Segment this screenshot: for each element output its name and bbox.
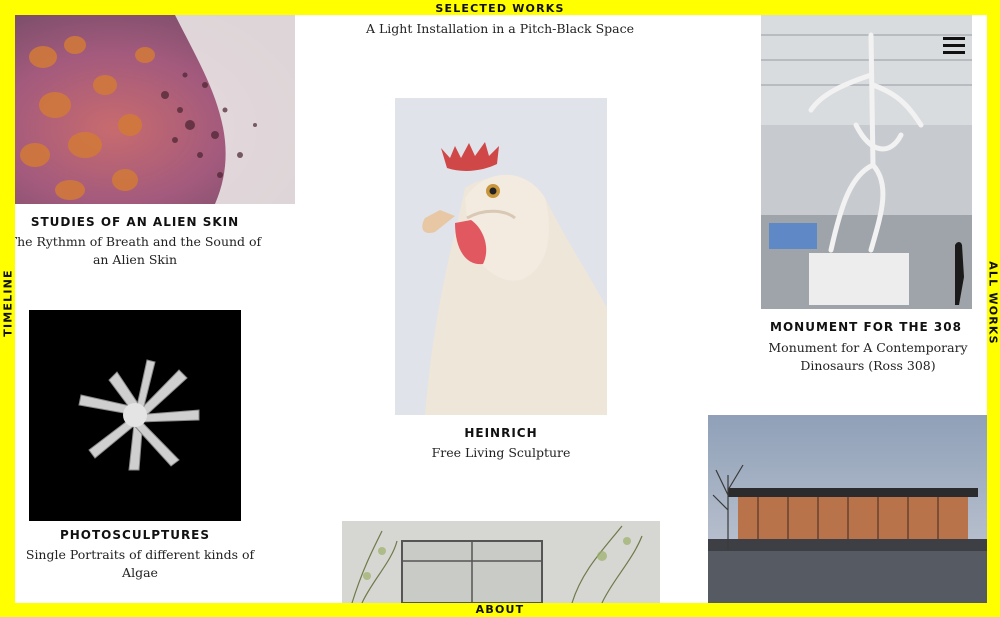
work-image-heinrich[interactable] [395,98,607,415]
menu-bar [943,44,965,47]
work-card-studies-of-an-alien-skin[interactable]: STUDIES OF AN ALIEN SKIN The Rythmn of B… [15,15,305,275]
nav-selected-works[interactable]: SELECTED WORKS [0,2,1000,15]
work-image-greenhouse[interactable] [342,521,660,603]
work-image-photosculptures[interactable] [29,310,241,521]
work-card-pavilion[interactable] [708,415,987,603]
hamburger-menu-icon[interactable] [943,37,965,55]
work-subtitle-heinrich: Free Living Sculpture [431,445,571,460]
menu-bar [943,37,965,40]
menu-bar [943,51,965,54]
work-image-monument[interactable] [761,15,972,309]
work-title-heinrich: HEINRICH [464,426,538,440]
museum-skeleton-image [761,15,972,309]
nav-about[interactable]: ABOUT [0,603,1000,616]
work-card-monument-for-the-308[interactable]: MONUMENT FOR THE 308 Monument for A Cont… [745,15,987,385]
nav-all-works[interactable]: ALL WORKS [987,261,1000,345]
works-grid: A Light Installation in a Pitch-Black Sp… [15,15,987,603]
work-title-alien-skin: STUDIES OF AN ALIEN SKIN [30,215,240,229]
work-title-monument: MONUMENT FOR THE 308 [770,320,962,334]
work-card-photosculptures[interactable]: PHOTOSCULPTURES Single Portraits of diff… [26,310,254,580]
work-title-photosculptures: PHOTOSCULPTURES [59,528,211,542]
work-card-heinrich[interactable]: HEINRICH Free Living Sculpture [395,98,607,468]
work-subtitle-alien-skin: The Rythmn of Breath and the Sound of an… [15,234,262,267]
work-card-greenhouse[interactable] [342,521,660,603]
algae-image [29,310,241,521]
work-subtitle-light-installation: A Light Installation in a Pitch-Black Sp… [366,21,634,36]
work-subtitle-monument: Monument for A Contemporary Dinosaurs (R… [768,340,968,373]
chicken-image [395,98,607,415]
nav-timeline[interactable]: TIMELINE [2,269,15,336]
pavilion-image [708,415,987,603]
greenhouse-image [342,521,660,603]
alien-skin-image [15,15,295,204]
work-image-pavilion[interactable] [708,415,987,603]
work-subtitle-photosculptures: Single Portraits of different kinds of A… [25,547,255,580]
work-image-alien-skin[interactable] [15,15,295,204]
